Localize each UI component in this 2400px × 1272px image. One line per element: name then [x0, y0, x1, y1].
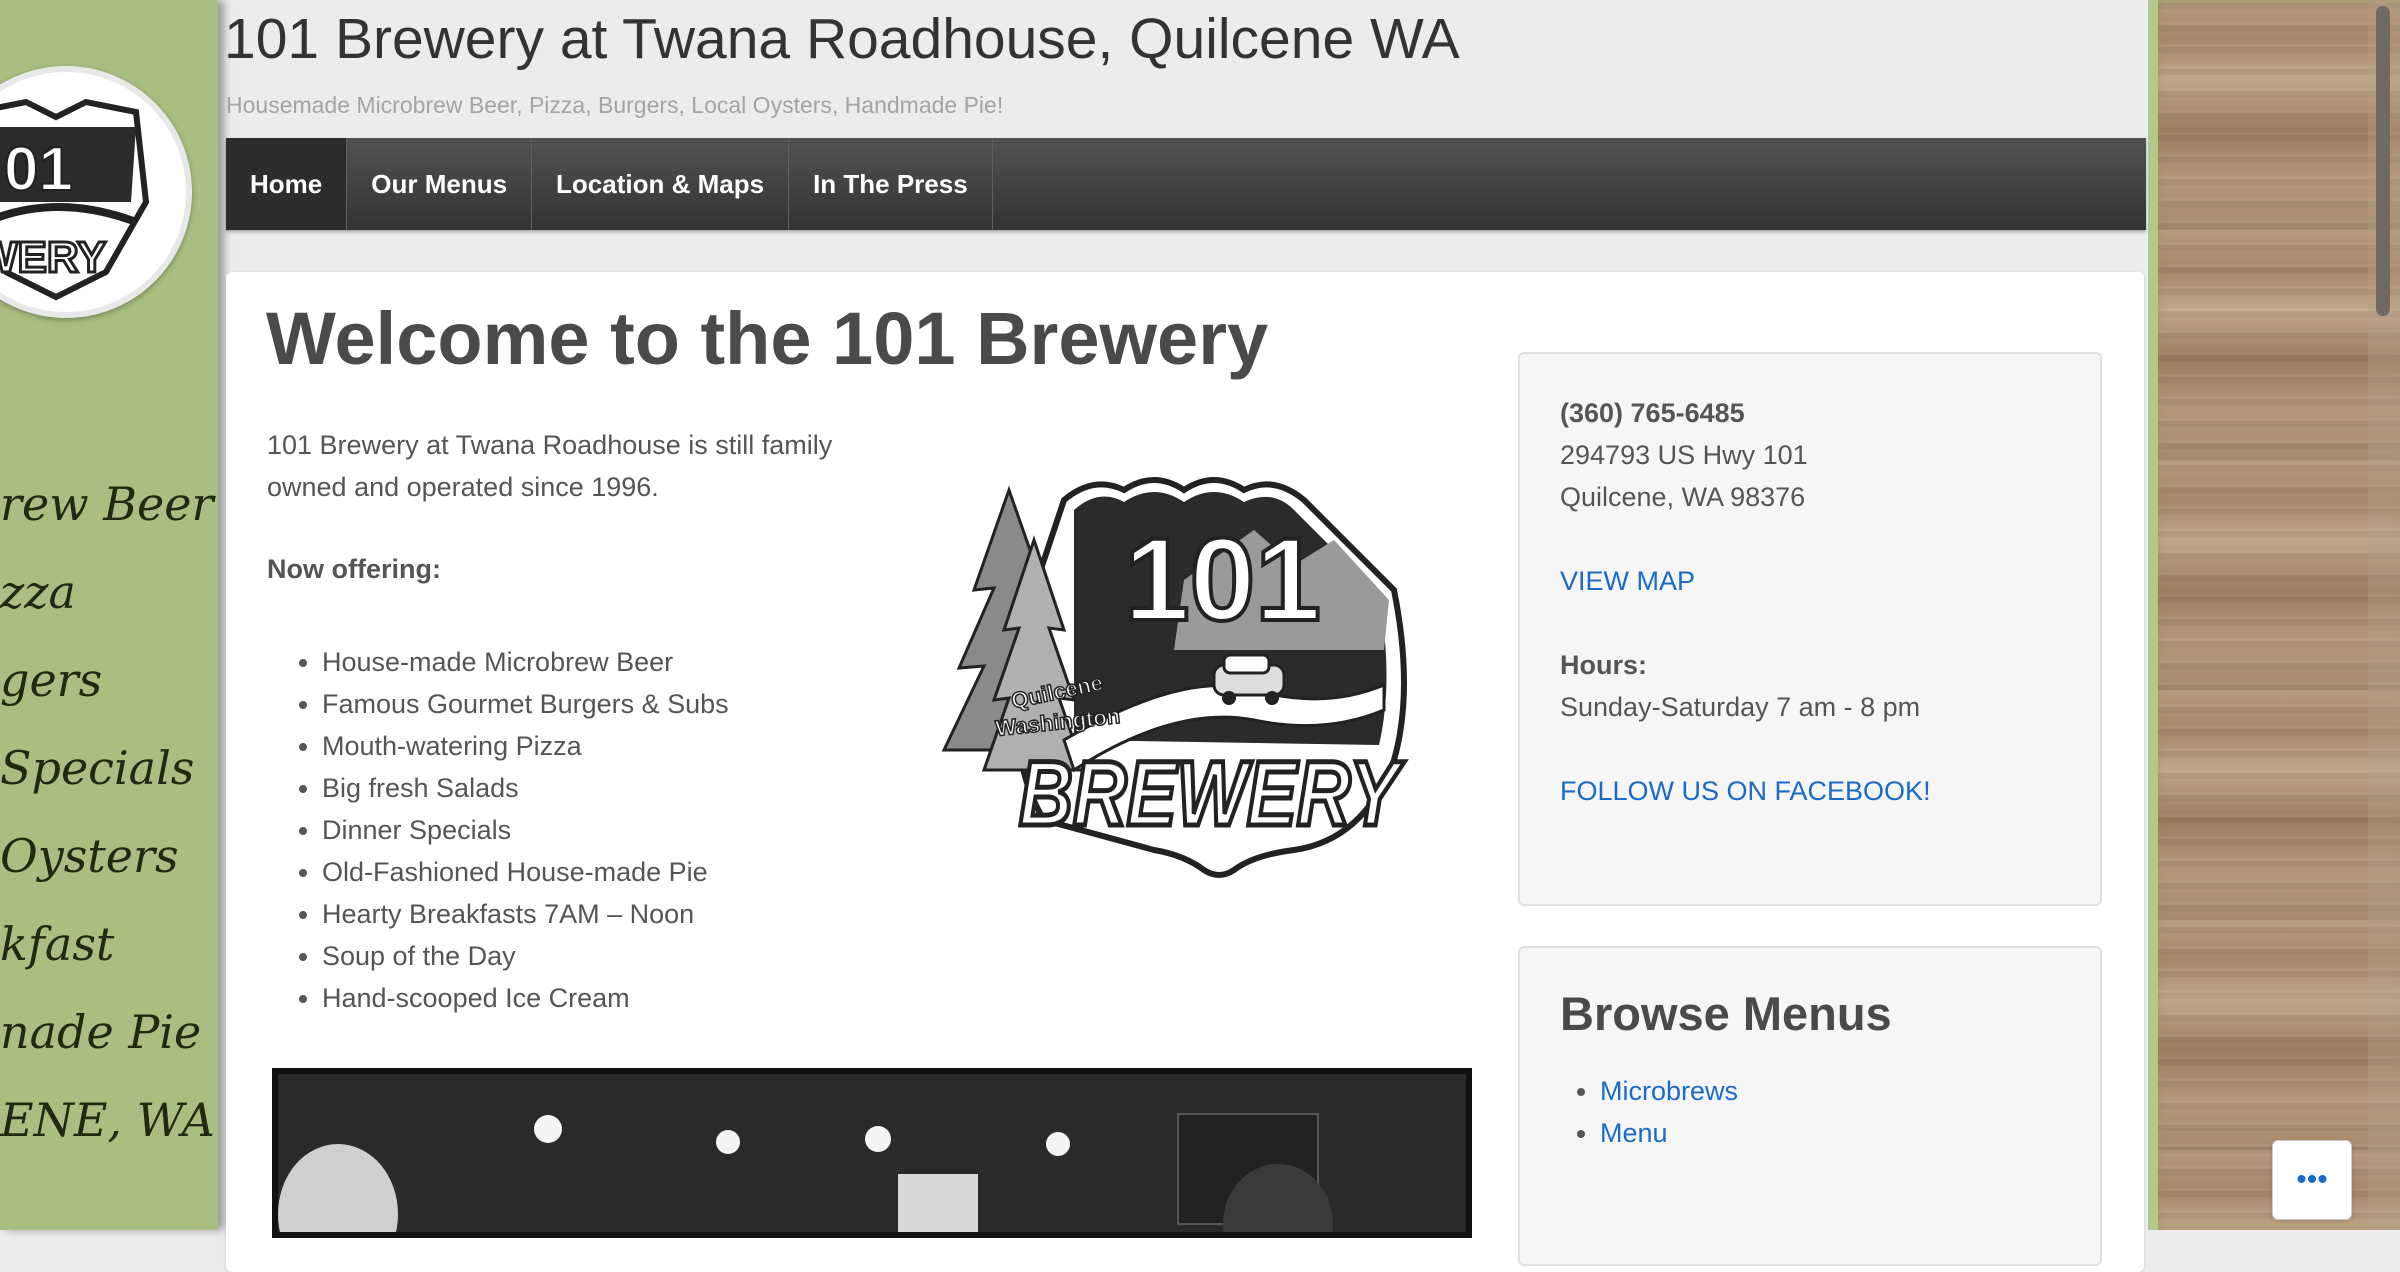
sidebar-line: zza: [0, 565, 76, 619]
left-sidebar: 01 WERY rew Beer zza gers Specials Oyste…: [0, 0, 218, 1230]
svg-text:BREWERY: BREWERY: [1019, 743, 1405, 845]
nav-item-home[interactable]: Home: [226, 138, 348, 230]
brewery-badge-icon: 01 WERY: [0, 98, 150, 301]
view-map-link[interactable]: VIEW MAP: [1560, 566, 1695, 597]
list-item: Soup of the Day: [322, 935, 729, 977]
sidebar-line: rew Beer: [0, 477, 214, 531]
list-item: Dinner Specials: [322, 809, 729, 851]
list-item: Hearty Breakfasts 7AM – Noon: [322, 893, 729, 935]
more-options-button[interactable]: •••: [2272, 1140, 2352, 1220]
list-item: Hand-scooped Ice Cream: [322, 977, 729, 1019]
nav-item-our-menus[interactable]: Our Menus: [347, 138, 533, 230]
page-title: Welcome to the 101 Brewery: [266, 297, 1269, 380]
list-item: House-made Microbrew Beer: [322, 641, 729, 683]
sidebar-line: gers: [0, 653, 103, 707]
svg-text:101: 101: [1124, 514, 1321, 646]
nav-item-location-maps[interactable]: Location & Maps: [532, 138, 790, 230]
list-item: Big fresh Salads: [322, 767, 729, 809]
browse-menus-widget: Browse Menus Microbrews Menu: [1518, 946, 2102, 1266]
address-line-2: Quilcene, WA 98376: [1560, 482, 1806, 512]
site-title[interactable]: 101 Brewery at Twana Roadhouse, Quilcene…: [224, 6, 1460, 72]
scrollbar-thumb[interactable]: [2376, 6, 2390, 316]
hours-label: Hours:: [1560, 650, 1647, 680]
wood-background: [2148, 0, 2400, 1230]
more-dots-icon: •••: [2296, 1163, 2328, 1196]
browse-menus-title: Browse Menus: [1560, 987, 1892, 1040]
phone-number[interactable]: (360) 765-6485: [1560, 398, 1745, 429]
sidebar-line: Specials: [0, 741, 195, 795]
browse-menus-list: Microbrews Menu: [1560, 1070, 1738, 1154]
offerings-list: House-made Microbrew Beer Famous Gourmet…: [266, 641, 729, 1019]
list-item: Microbrews: [1600, 1070, 1738, 1112]
main-navigation: Home Our Menus Location & Maps In The Pr…: [226, 138, 2146, 230]
hours-value: Sunday-Saturday 7 am - 8 pm: [1560, 692, 1921, 722]
sidebar-line: ENE, WA: [0, 1093, 215, 1147]
brewery-logo: 101 Quilcene Washington BREWERY: [941, 477, 1408, 878]
list-item: Famous Gourmet Burgers & Subs: [322, 683, 729, 725]
sidebar-line: Oysters: [0, 829, 179, 883]
sidebar-line: kfast: [0, 917, 115, 971]
sidebar-line: nade Pie: [0, 1005, 202, 1059]
nav-item-in-the-press[interactable]: In The Press: [789, 138, 993, 230]
sidebar-menu-text: rew Beer zza gers Specials Oysters kfast…: [0, 460, 218, 1164]
facebook-link[interactable]: FOLLOW US ON FACEBOOK!: [1560, 776, 1931, 807]
microbrews-link[interactable]: Microbrews: [1600, 1076, 1738, 1106]
contact-widget: (360) 765-6485 294793 US Hwy 101 Quilcen…: [1518, 352, 2102, 906]
list-item: Menu: [1600, 1112, 1738, 1154]
svg-text:01: 01: [4, 135, 73, 204]
list-item: Old-Fashioned House-made Pie: [322, 851, 729, 893]
address-line-1: 294793 US Hwy 101: [1560, 440, 1808, 470]
wood-edge: [2148, 0, 2158, 1230]
svg-text:WERY: WERY: [0, 233, 106, 282]
intro-text: 101 Brewery at Twana Roadhouse is still …: [267, 430, 833, 502]
site-tagline: Housemade Microbrew Beer, Pizza, Burgers…: [226, 92, 1004, 118]
sidebar-logo[interactable]: 01 WERY: [0, 66, 192, 318]
now-offering-label: Now offering:: [267, 554, 441, 584]
interior-photo: [272, 1068, 1472, 1238]
menu-link[interactable]: Menu: [1600, 1118, 1668, 1148]
list-item: Mouth-watering Pizza: [322, 725, 729, 767]
